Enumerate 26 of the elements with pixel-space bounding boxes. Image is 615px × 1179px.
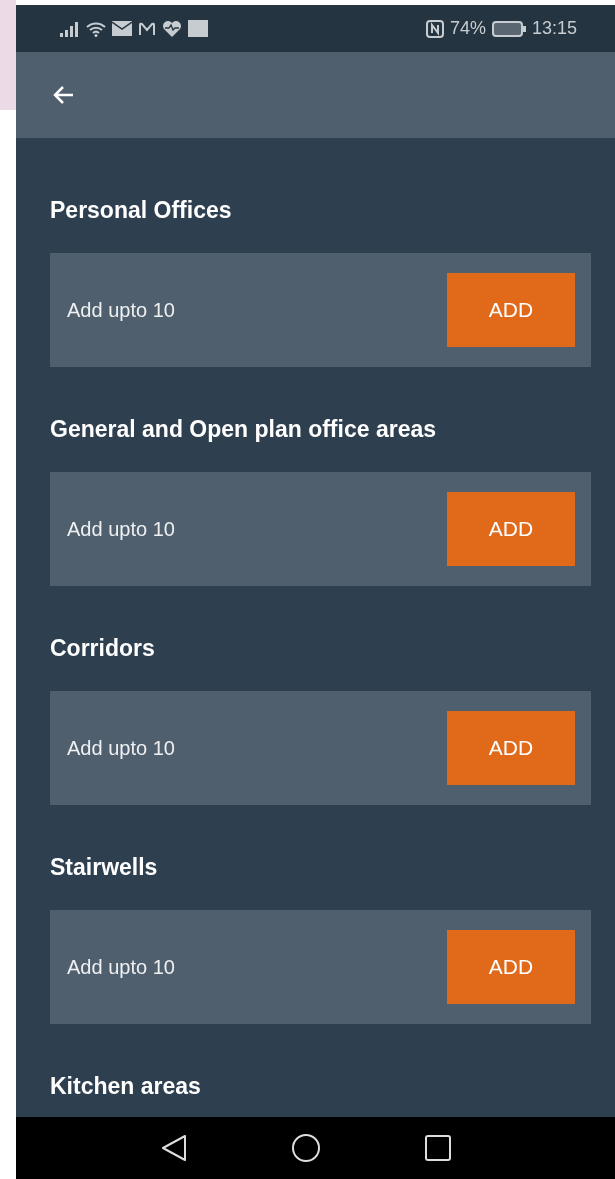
home-nav-button[interactable] bbox=[290, 1133, 321, 1163]
add-button[interactable]: ADD bbox=[447, 711, 575, 785]
section-heading: General and Open plan office areas bbox=[50, 415, 436, 444]
recents-nav-button[interactable] bbox=[424, 1135, 451, 1161]
m-letter-icon bbox=[138, 21, 156, 36]
battery-percent: 74% bbox=[449, 18, 486, 39]
mail-icon bbox=[112, 21, 132, 36]
clock-time: 13:15 bbox=[531, 18, 577, 39]
section-heading: Corridors bbox=[50, 634, 155, 663]
battery-icon bbox=[491, 20, 526, 37]
app-icon bbox=[188, 20, 208, 37]
section-heading: Kitchen areas bbox=[50, 1072, 201, 1101]
section-heading: Stairwells bbox=[50, 853, 158, 882]
add-button[interactable]: ADD bbox=[447, 930, 575, 1004]
limit-hint: Add upto 10 bbox=[67, 955, 175, 979]
add-button[interactable]: ADD bbox=[447, 273, 575, 347]
section-heading: Personal Offices bbox=[50, 196, 232, 225]
back-nav-button[interactable] bbox=[160, 1134, 187, 1162]
wifi-icon bbox=[86, 20, 106, 37]
limit-hint: Add upto 10 bbox=[67, 736, 175, 760]
heart-icon bbox=[162, 20, 182, 37]
add-button[interactable]: ADD bbox=[447, 492, 575, 566]
limit-hint: Add upto 10 bbox=[67, 298, 175, 322]
signal-icon bbox=[60, 20, 80, 37]
nfc-icon bbox=[425, 19, 444, 38]
limit-hint: Add upto 10 bbox=[67, 517, 175, 541]
